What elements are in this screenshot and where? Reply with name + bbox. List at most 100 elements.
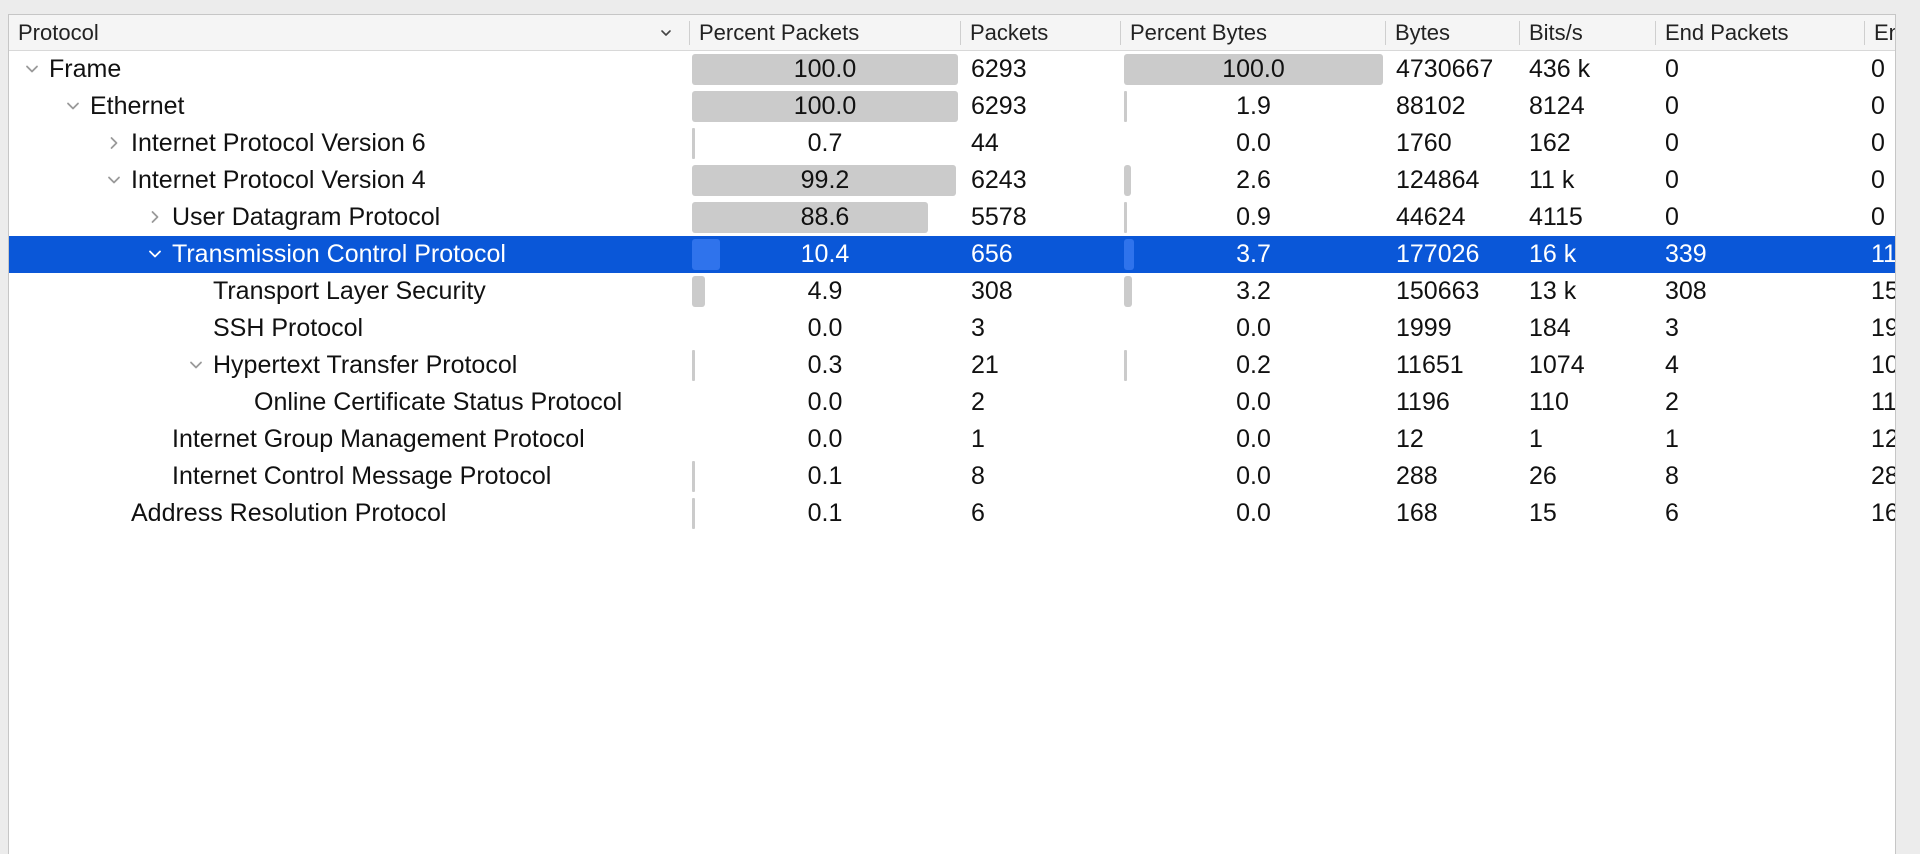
protocol-name: Hypertext Transfer Protocol [213, 351, 518, 379]
protocol-hierarchy-window: Protocol Percent Packets Packets Percent… [0, 0, 1920, 854]
packets-cell: 6 [971, 499, 985, 527]
chevron-down-icon[interactable] [24, 61, 40, 77]
percent-bytes-cell: 0.0 [1124, 498, 1383, 529]
end-packets-cell: 8 [1665, 462, 1679, 490]
table-row[interactable]: User Datagram Protocol 88.6 5578 0.9 44624 41… [9, 199, 1895, 236]
table-header: Protocol Percent Packets Packets Percent… [9, 15, 1895, 51]
column-header-protocol[interactable]: Protocol [9, 15, 689, 50]
table-row[interactable]: Ethernet 100.0 6293 1.9 88102 8124 0 0 [9, 88, 1895, 125]
percent-value: 3.7 [1236, 240, 1271, 268]
percent-bytes-cell: 3.2 [1124, 276, 1383, 307]
chevron-down-icon[interactable] [659, 26, 673, 40]
bits-per-second-cell: 26 [1529, 462, 1557, 490]
bytes-cell: 1196 [1396, 388, 1450, 416]
bits-per-second-cell: 11 k [1529, 166, 1575, 194]
packets-cell: 308 [971, 277, 1013, 305]
end-bytes-cell: 0 [1871, 203, 1885, 231]
percent-value: 0.0 [807, 314, 843, 342]
percent-packets-cell: 0.1 [692, 461, 958, 492]
chevron-down-icon[interactable] [188, 357, 204, 373]
table-row[interactable]: SSH Protocol 0.0 3 0.0 1999 184 3 19 [9, 310, 1895, 347]
table-row[interactable]: Address Resolution Protocol 0.1 6 0.0 168 15 6… [9, 495, 1895, 532]
protocol-name: Address Resolution Protocol [131, 499, 447, 527]
percent-bytes-cell: 0.0 [1124, 128, 1383, 159]
bytes-cell: 124864 [1396, 166, 1480, 194]
protocol-name: Internet Protocol Version 6 [131, 129, 426, 157]
percent-value: 0.0 [1236, 388, 1271, 416]
chevron-right-icon[interactable] [106, 135, 122, 151]
table-row[interactable]: Online Certificate Status Protocol 0.0 2 0.… [9, 384, 1895, 421]
percent-value: 0.0 [807, 388, 843, 416]
packets-cell: 6293 [971, 92, 1027, 120]
column-header-packets[interactable]: Packets [961, 15, 1120, 50]
percent-packets-cell: 0.7 [692, 128, 958, 159]
column-header-percent-packets[interactable]: Percent Packets [690, 15, 960, 50]
table-row[interactable]: Internet Protocol Version 4 99.2 6243 2.6 12… [9, 162, 1895, 199]
bytes-cell: 288 [1396, 462, 1438, 490]
end-packets-cell: 1 [1665, 425, 1679, 453]
column-header-end-packets[interactable]: End Packets [1656, 15, 1864, 50]
table-row[interactable]: Internet Group Management Protocol 0.0 1 0.… [9, 421, 1895, 458]
bytes-cell: 12 [1396, 425, 1424, 453]
percent-value: 0.0 [1236, 462, 1271, 490]
end-bytes-cell: 0 [1871, 55, 1885, 83]
percent-value: 0.7 [807, 129, 843, 157]
column-header-end-bytes[interactable]: En [1865, 15, 1895, 50]
protocol-name: SSH Protocol [213, 314, 364, 342]
end-bytes-cell: 28 [1871, 462, 1895, 490]
table-row[interactable]: Internet Protocol Version 6 0.7 44 0.0 1760 1… [9, 125, 1895, 162]
chevron-down-icon[interactable] [147, 246, 163, 262]
end-packets-cell: 0 [1665, 203, 1679, 231]
end-packets-cell: 339 [1665, 240, 1707, 268]
percent-packets-cell: 99.2 [692, 165, 958, 196]
percent-bytes-cell: 0.2 [1124, 350, 1383, 381]
table-row[interactable]: Transport Layer Security 4.9 308 3.2 150663 1… [9, 273, 1895, 310]
bits-per-second-cell: 110 [1529, 388, 1569, 416]
end-packets-cell: 3 [1665, 314, 1679, 342]
protocol-name: Transport Layer Security [213, 277, 486, 305]
table-row[interactable]: Frame 100.0 6293 100.0 4730667 436 k 0 0 [9, 51, 1895, 88]
percent-value: 99.2 [800, 166, 850, 194]
packets-cell: 8 [971, 462, 985, 490]
table-row[interactable]: Internet Control Message Protocol 0.1 8 0.0… [9, 458, 1895, 495]
end-bytes-cell: 16 [1871, 499, 1895, 527]
percent-value: 0.0 [807, 425, 843, 453]
percent-value: 0.0 [1236, 129, 1271, 157]
table-row[interactable]: Transmission Control Protocol 10.4 656 3.7 1… [9, 236, 1895, 273]
end-packets-cell: 0 [1665, 92, 1679, 120]
percent-value: 0.1 [807, 462, 843, 490]
protocol-name: Internet Control Message Protocol [172, 462, 552, 490]
protocol-hierarchy-table[interactable]: Protocol Percent Packets Packets Percent… [8, 14, 1896, 854]
percent-packets-cell: 0.3 [692, 350, 958, 381]
packets-cell: 3 [971, 314, 985, 342]
bits-per-second-cell: 16 k [1529, 240, 1577, 268]
end-bytes-cell: 15 [1871, 277, 1895, 305]
packets-cell: 1 [971, 425, 985, 453]
percent-value: 0.0 [1236, 314, 1271, 342]
percent-packets-cell: 0.0 [692, 424, 958, 455]
percent-value: 2.6 [1236, 166, 1271, 194]
end-packets-cell: 4 [1665, 351, 1679, 379]
column-header-bits-per-second[interactable]: Bits/s [1520, 15, 1655, 50]
chevron-down-icon[interactable] [106, 172, 122, 188]
percent-packets-cell: 10.4 [692, 239, 958, 270]
protocol-name: Transmission Control Protocol [172, 240, 506, 268]
percent-bytes-cell: 3.7 [1124, 239, 1383, 270]
percent-value: 0.0 [1236, 499, 1271, 527]
percent-value: 0.9 [1236, 203, 1271, 231]
table-row[interactable]: Hypertext Transfer Protocol 0.3 21 0.2 11651… [9, 347, 1895, 384]
bits-per-second-cell: 13 k [1529, 277, 1577, 305]
bytes-cell: 44624 [1396, 203, 1466, 231]
percent-packets-cell: 88.6 [692, 202, 958, 233]
percent-value: 4.9 [807, 277, 843, 305]
bytes-cell: 4730667 [1396, 55, 1494, 83]
bits-per-second-cell: 436 k [1529, 55, 1591, 83]
column-header-percent-bytes[interactable]: Percent Bytes [1121, 15, 1385, 50]
bytes-cell: 1999 [1396, 314, 1452, 342]
packets-cell: 6243 [971, 166, 1027, 194]
column-header-bytes[interactable]: Bytes [1386, 15, 1519, 50]
chevron-right-icon[interactable] [147, 209, 163, 225]
protocol-name: User Datagram Protocol [172, 203, 441, 231]
chevron-down-icon[interactable] [65, 98, 81, 114]
end-packets-cell: 2 [1665, 388, 1679, 416]
